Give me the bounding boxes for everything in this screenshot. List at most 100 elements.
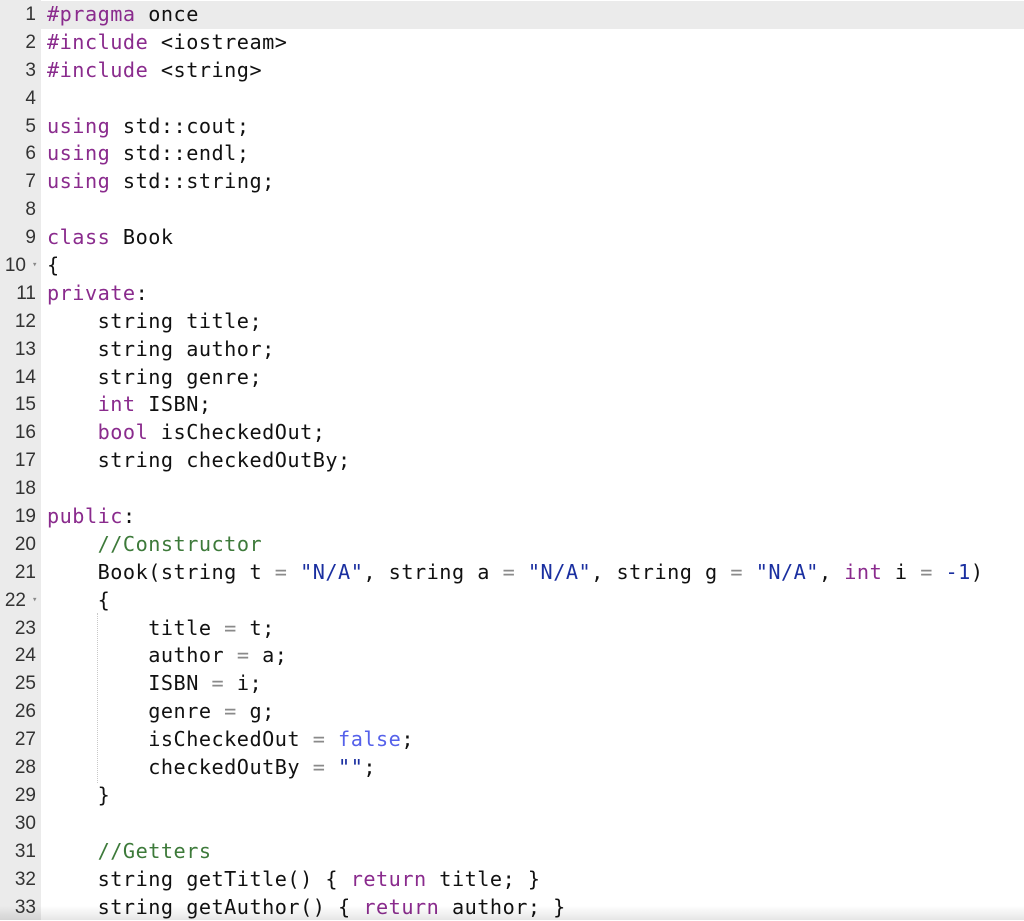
code-line[interactable]: 1#pragma once xyxy=(0,1,1024,29)
token-kw: return xyxy=(363,895,439,919)
code-line[interactable]: 28 checkedOutBy = ""; xyxy=(0,754,1024,782)
token-pl: string checkedOutBy; xyxy=(47,448,351,472)
token-pl xyxy=(47,392,98,416)
code-text: #include <iostream> xyxy=(47,29,287,57)
line-number: 25 xyxy=(0,670,41,698)
token-pl: ) xyxy=(971,560,984,584)
token-pl: author xyxy=(47,643,237,667)
code-line[interactable]: 7using std::string; xyxy=(0,168,1024,196)
code-line[interactable]: 5using std::cout; xyxy=(0,113,1024,141)
code-text: string title; xyxy=(47,308,262,336)
code-line[interactable]: 4 xyxy=(0,85,1024,113)
token-pl: , string g xyxy=(591,560,730,584)
token-pl xyxy=(515,560,528,584)
code-line[interactable]: 27 isCheckedOut = false; xyxy=(0,726,1024,754)
code-line[interactable]: 31 //Getters xyxy=(0,838,1024,866)
token-op: = xyxy=(313,755,326,779)
code-line[interactable]: 23 title = t; xyxy=(0,615,1024,643)
token-pl: string getTitle() { xyxy=(47,867,351,891)
token-str: "N/A" xyxy=(300,560,363,584)
token-pp: #include xyxy=(47,30,148,54)
token-pl xyxy=(743,560,756,584)
token-pl: : xyxy=(136,281,149,305)
code-line[interactable]: 32 string getTitle() { return title; } xyxy=(0,866,1024,894)
line-number: 4 xyxy=(0,85,41,113)
token-pl: g; xyxy=(237,699,275,723)
code-line[interactable]: 13 string author; xyxy=(0,336,1024,364)
code-line[interactable]: 2#include <iostream> xyxy=(0,29,1024,57)
token-pl: title; } xyxy=(427,867,541,891)
token-pl xyxy=(47,532,98,556)
code-line[interactable]: 33 string getAuthor() { return author; } xyxy=(0,894,1024,921)
token-pp: #pragma xyxy=(47,2,136,26)
line-number: 13 xyxy=(0,336,41,364)
token-pl: string getAuthor() { xyxy=(47,895,363,919)
fold-toggle-icon[interactable]: ▾ xyxy=(32,587,37,615)
line-number: 24 xyxy=(0,642,41,670)
code-line[interactable]: 12 string title; xyxy=(0,308,1024,336)
token-pl: isCheckedOut; xyxy=(148,420,325,444)
token-pl xyxy=(933,560,946,584)
line-number: 1 xyxy=(0,1,41,29)
line-number: 32 xyxy=(0,866,41,894)
token-kw: using xyxy=(47,169,110,193)
code-line[interactable]: 19public: xyxy=(0,503,1024,531)
token-op: = xyxy=(212,671,225,695)
line-number: 2 xyxy=(0,29,41,57)
token-op: = xyxy=(224,699,237,723)
line-number: 6 xyxy=(0,140,41,168)
fold-toggle-icon[interactable]: ▾ xyxy=(32,252,37,280)
code-text: genre = g; xyxy=(47,698,275,726)
token-pl: ; xyxy=(401,727,414,751)
code-line[interactable]: 8 xyxy=(0,196,1024,224)
token-str: "N/A" xyxy=(528,560,591,584)
line-number: 7 xyxy=(0,168,41,196)
code-text: Book(string t = "N/A", string a = "N/A",… xyxy=(47,559,984,587)
code-line[interactable]: 25 ISBN = i; xyxy=(0,670,1024,698)
token-pl: i; xyxy=(224,671,262,695)
code-line[interactable]: 6using std::endl; xyxy=(0,140,1024,168)
code-line[interactable]: 11private: xyxy=(0,280,1024,308)
code-text: string getAuthor() { return author; } xyxy=(47,894,566,921)
code-text: //Constructor xyxy=(47,531,262,559)
line-number: 3 xyxy=(0,57,41,85)
token-pl xyxy=(325,755,338,779)
token-pl: i xyxy=(882,560,920,584)
token-pl: <iostream> xyxy=(148,30,287,54)
code-line[interactable]: 9class Book xyxy=(0,224,1024,252)
line-number: 20 xyxy=(0,531,41,559)
code-line[interactable]: 26 genre = g; xyxy=(0,698,1024,726)
code-line[interactable]: 10▾ { xyxy=(0,252,1024,280)
token-num: -1 xyxy=(946,560,971,584)
code-text: public: xyxy=(47,503,136,531)
code-line[interactable]: 17 string checkedOutBy; xyxy=(0,447,1024,475)
token-op: = xyxy=(224,616,237,640)
code-lines[interactable]: 1#pragma once2#include <iostream>3#inclu… xyxy=(0,1,1024,921)
code-line[interactable]: 18 xyxy=(0,475,1024,503)
code-line[interactable]: 30 xyxy=(0,810,1024,838)
code-text: bool isCheckedOut; xyxy=(47,419,325,447)
token-pl: } xyxy=(47,783,110,807)
line-number: 10 xyxy=(0,252,31,280)
code-text: //Getters xyxy=(47,838,212,866)
token-str: "N/A" xyxy=(756,560,819,584)
code-text: author = a; xyxy=(47,642,287,670)
code-text: using std::endl; xyxy=(47,140,249,168)
code-text: using std::cout; xyxy=(47,113,249,141)
code-line[interactable]: 22▾ { xyxy=(0,587,1024,615)
code-line[interactable]: 24 author = a; xyxy=(0,642,1024,670)
token-pl: { xyxy=(47,588,110,612)
code-line[interactable]: 15 int ISBN; xyxy=(0,391,1024,419)
token-op: = xyxy=(275,560,288,584)
line-number: 29 xyxy=(0,782,41,810)
code-line[interactable]: 21 Book(string t = "N/A", string a = "N/… xyxy=(0,559,1024,587)
code-line[interactable]: 3#include <string> xyxy=(0,57,1024,85)
token-kw: using xyxy=(47,141,110,165)
code-line[interactable]: 16 bool isCheckedOut; xyxy=(0,419,1024,447)
token-op: = xyxy=(237,643,250,667)
code-line[interactable]: 14 string genre; xyxy=(0,364,1024,392)
code-line[interactable]: 20 //Constructor xyxy=(0,531,1024,559)
code-text: { xyxy=(47,252,60,280)
code-line[interactable]: 29 } xyxy=(0,782,1024,810)
code-editor[interactable]: 1#pragma once2#include <iostream>3#inclu… xyxy=(0,0,1024,920)
